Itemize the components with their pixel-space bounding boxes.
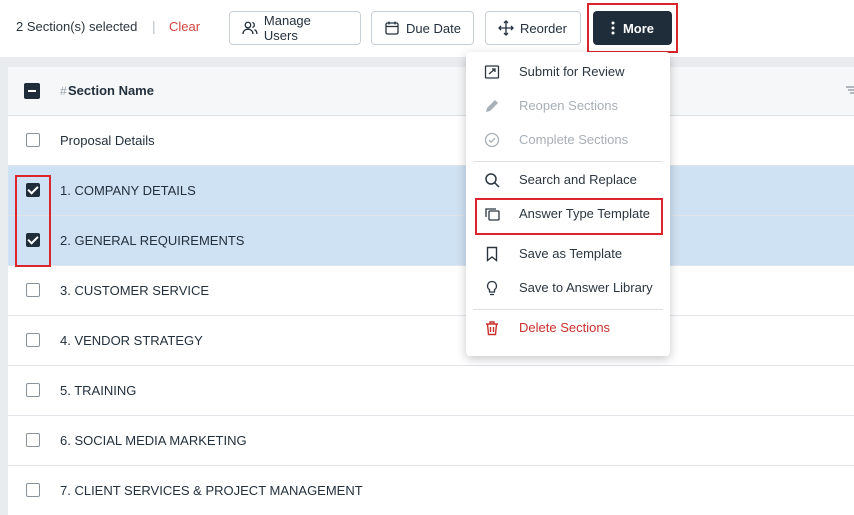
kebab-icon [611, 21, 615, 35]
table-row[interactable]: 2. GENERAL REQUIREMENTS [8, 216, 854, 266]
section-name: 5. TRAINING [60, 383, 137, 398]
section-name: 6. SOCIAL MEDIA MARKETING [60, 433, 247, 448]
hash-icon: # [60, 84, 67, 98]
menu-item-delete-sections[interactable]: Delete Sections [466, 312, 670, 344]
menu-item-label: Complete Sections [519, 132, 629, 147]
menu-item-reopen-sections: Reopen Sections [466, 90, 670, 122]
row-checkbox[interactable] [26, 383, 40, 397]
manage-users-label: Manage Users [263, 13, 311, 43]
menu-item-complete-sections: Complete Sections [466, 124, 670, 156]
reorder-button[interactable]: Reorder [485, 11, 581, 45]
row-checkbox[interactable] [26, 333, 40, 347]
more-button-highlight: More [587, 3, 678, 53]
selection-count: 2 Section(s) selected [16, 19, 138, 34]
more-button[interactable]: More [593, 11, 672, 45]
row-checkbox[interactable] [26, 483, 40, 497]
users-icon [242, 21, 258, 35]
menu-item-save-as-template[interactable]: Save as Template [466, 238, 670, 270]
table-row[interactable]: Proposal Details [8, 116, 854, 166]
manage-users-button[interactable]: Manage Users [229, 11, 361, 45]
check-circle-icon [484, 132, 500, 148]
checkbox-highlight [15, 175, 51, 267]
menu-item-label: Reopen Sections [519, 98, 619, 113]
menu-divider [473, 161, 663, 162]
due-date-button[interactable]: Due Date [371, 11, 474, 45]
table-row[interactable]: 5. TRAINING [8, 366, 854, 416]
table-row[interactable]: 6. SOCIAL MEDIA MARKETING [8, 416, 854, 466]
select-all-checkbox[interactable] [24, 83, 40, 99]
menu-item-label: Save to Answer Library [519, 280, 653, 295]
menu-item-label: Search and Replace [519, 172, 637, 187]
section-name: 3. CUSTOMER SERVICE [60, 283, 210, 298]
lightbulb-icon [486, 280, 498, 296]
search-icon [485, 173, 500, 188]
row-checkbox[interactable] [26, 283, 40, 297]
filter-icon[interactable] [846, 85, 854, 95]
menu-item-submit-for-review[interactable]: Submit for Review [466, 56, 670, 88]
menu-item-highlight [475, 198, 663, 235]
table-row[interactable]: 3. CUSTOMER SERVICE [8, 266, 854, 316]
section-name-header[interactable]: Section Name [68, 83, 154, 98]
table-header: # Section Name [8, 67, 854, 116]
due-date-label: Due Date [406, 20, 461, 36]
table-row[interactable]: 4. VENDOR STRATEGY [8, 316, 854, 366]
separator: | [152, 18, 156, 34]
menu-item-search-and-replace[interactable]: Search and Replace [466, 164, 670, 196]
menu-divider [473, 309, 663, 310]
clear-selection-link[interactable]: Clear [169, 19, 200, 34]
menu-item-label: Delete Sections [519, 320, 611, 335]
table-row[interactable]: 1. COMPANY DETAILS [8, 166, 854, 216]
reorder-label: Reorder [520, 20, 567, 36]
submit-review-icon [484, 65, 500, 79]
bookmark-icon [486, 246, 498, 262]
section-name: 7. CLIENT SERVICES & PROJECT MANAGEMENT [60, 483, 363, 498]
more-label: More [622, 20, 655, 36]
trash-icon [486, 321, 498, 336]
pencil-icon [486, 100, 498, 112]
section-name: 2. GENERAL REQUIREMENTS [60, 233, 245, 248]
move-arrows-icon [498, 20, 514, 36]
section-name: 1. COMPANY DETAILS [60, 183, 196, 198]
menu-item-save-to-answer-library[interactable]: Save to Answer Library [466, 272, 670, 304]
calendar-icon [385, 21, 399, 35]
menu-item-label: Save as Template [519, 246, 623, 261]
row-checkbox[interactable] [26, 133, 40, 147]
section-name: 4. VENDOR STRATEGY [60, 333, 203, 348]
menu-item-label: Submit for Review [519, 64, 625, 79]
sections-table: # Section Name Proposal Details 1. COMPA… [8, 67, 854, 515]
row-checkbox[interactable] [26, 433, 40, 447]
table-row[interactable]: 7. CLIENT SERVICES & PROJECT MANAGEMENT [8, 466, 854, 515]
toolbar: 2 Section(s) selected | Clear Manage Use… [0, 0, 854, 57]
section-name: Proposal Details [60, 133, 155, 148]
